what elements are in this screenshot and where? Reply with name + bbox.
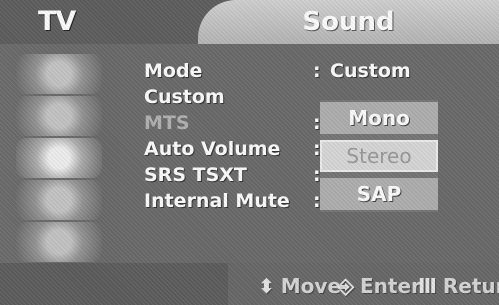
option-stereo[interactable]: Stereo — [320, 140, 438, 172]
menu-item-label: SRS TSXT — [144, 164, 247, 186]
osd-bottom-bar: ⬍Move ⎆Enter ⅢReturn — [0, 263, 499, 305]
setup-menu-icon[interactable] — [16, 222, 102, 262]
updown-arrows-icon: ⬍ — [258, 274, 275, 298]
sound-menu-icon[interactable] — [16, 138, 102, 178]
mode-value: Custom — [330, 60, 411, 82]
tv-title: TV — [38, 6, 76, 37]
time-menu-icon[interactable] — [16, 180, 102, 220]
menu-item-mts[interactable]: MTS — [144, 112, 190, 136]
menu-item-label: Auto Volume — [144, 138, 281, 160]
enter-hint-label: Enter — [360, 274, 421, 298]
picture-menu-icon[interactable] — [16, 54, 102, 94]
osd-top-bar: TV Sound — [0, 0, 499, 44]
option-sap[interactable]: SAP — [320, 178, 438, 210]
menu-item-label: Mode — [144, 60, 203, 82]
menu-item-srs-tsxt[interactable]: SRS TSXT — [144, 164, 247, 188]
menu-item-mode[interactable]: Mode — [144, 60, 202, 84]
return-icon: Ⅲ — [418, 274, 437, 298]
option-mono[interactable]: Mono — [320, 102, 438, 134]
menu-item-auto-volume[interactable]: Auto Volume — [144, 138, 280, 162]
menu-item-internal-mute[interactable]: Internal Mute — [144, 190, 290, 214]
tab-sound-label: Sound — [302, 7, 395, 37]
move-hint: ⬍ Move — [258, 274, 341, 298]
sound-menu: Mode : Custom Custom MTS : Auto Volume :… — [120, 44, 499, 264]
menu-item-label: Custom — [144, 86, 225, 108]
osd-sidebar — [0, 44, 120, 264]
menu-item-label: Internal Mute — [144, 190, 290, 212]
return-hint: ⅢReturn — [418, 274, 499, 298]
tab-sound[interactable]: Sound — [198, 0, 499, 44]
channel-menu-icon[interactable] — [16, 96, 102, 136]
tv-osd-screen: TV Sound Mode : Custom Custom MTS : Auto… — [0, 0, 499, 305]
move-hint-label: Move — [280, 274, 342, 298]
menu-item-label: MTS — [144, 112, 190, 134]
enter-icon: ⎆ — [338, 274, 354, 298]
enter-hint: ⎆ Enter — [338, 274, 421, 298]
menu-item-custom[interactable]: Custom — [144, 86, 225, 110]
mts-dropdown[interactable]: Mono Stereo SAP — [320, 100, 438, 212]
mode-colon: : — [313, 60, 321, 82]
return-hint-label: Return — [442, 274, 499, 298]
